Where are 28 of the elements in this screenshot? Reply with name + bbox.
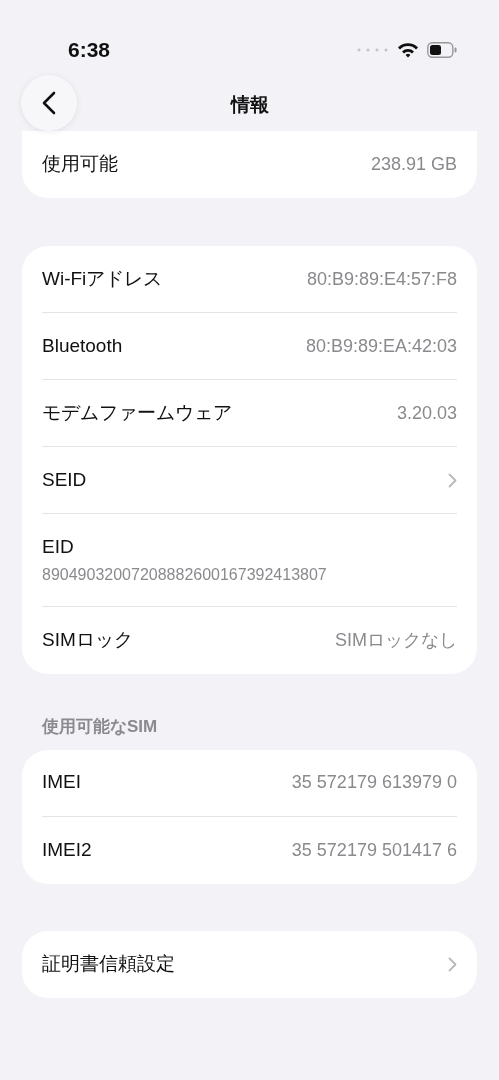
row-label: 使用可能: [42, 152, 118, 177]
row-label: EID: [42, 534, 74, 559]
settings-row[interactable]: 証明書信頼設定: [42, 930, 457, 998]
row-value: 3.20.03: [396, 401, 457, 425]
row-value: 238.91 GB: [370, 153, 457, 176]
row-value: 35 572179 501417 6: [291, 838, 457, 862]
row-label: Bluetooth: [42, 333, 123, 358]
row-value: 89049032007208882600167392413807: [42, 565, 327, 586]
settings-row[interactable]: SEID: [42, 447, 457, 514]
row-label: Wi-Fiアドレス: [42, 266, 163, 291]
status-time: 6:38: [68, 36, 111, 63]
row-label: IMEI: [42, 770, 82, 795]
section-header: 使用可能なSIM: [42, 716, 159, 738]
chevron-left-icon: [42, 91, 56, 115]
battery-icon: [427, 41, 457, 58]
cellular-signal-icon: [357, 47, 389, 52]
row-value: SIMロックなし: [335, 629, 457, 652]
row-label: モデムファームウェア: [42, 400, 232, 425]
chevron-right-icon: [448, 473, 457, 489]
back-button[interactable]: [21, 75, 77, 131]
row-value: 80:B9:89:E4:57:F8: [306, 267, 457, 291]
wifi-icon: [397, 41, 419, 58]
row-label: SIMロック: [42, 628, 133, 653]
page-title: 情報: [230, 93, 269, 117]
row-label: IMEI2: [42, 837, 92, 862]
chevron-right-icon: [448, 957, 457, 973]
row-value: 35 572179 613979 0: [291, 771, 457, 794]
row-value: 80:B9:89:EA:42:03: [305, 334, 457, 358]
